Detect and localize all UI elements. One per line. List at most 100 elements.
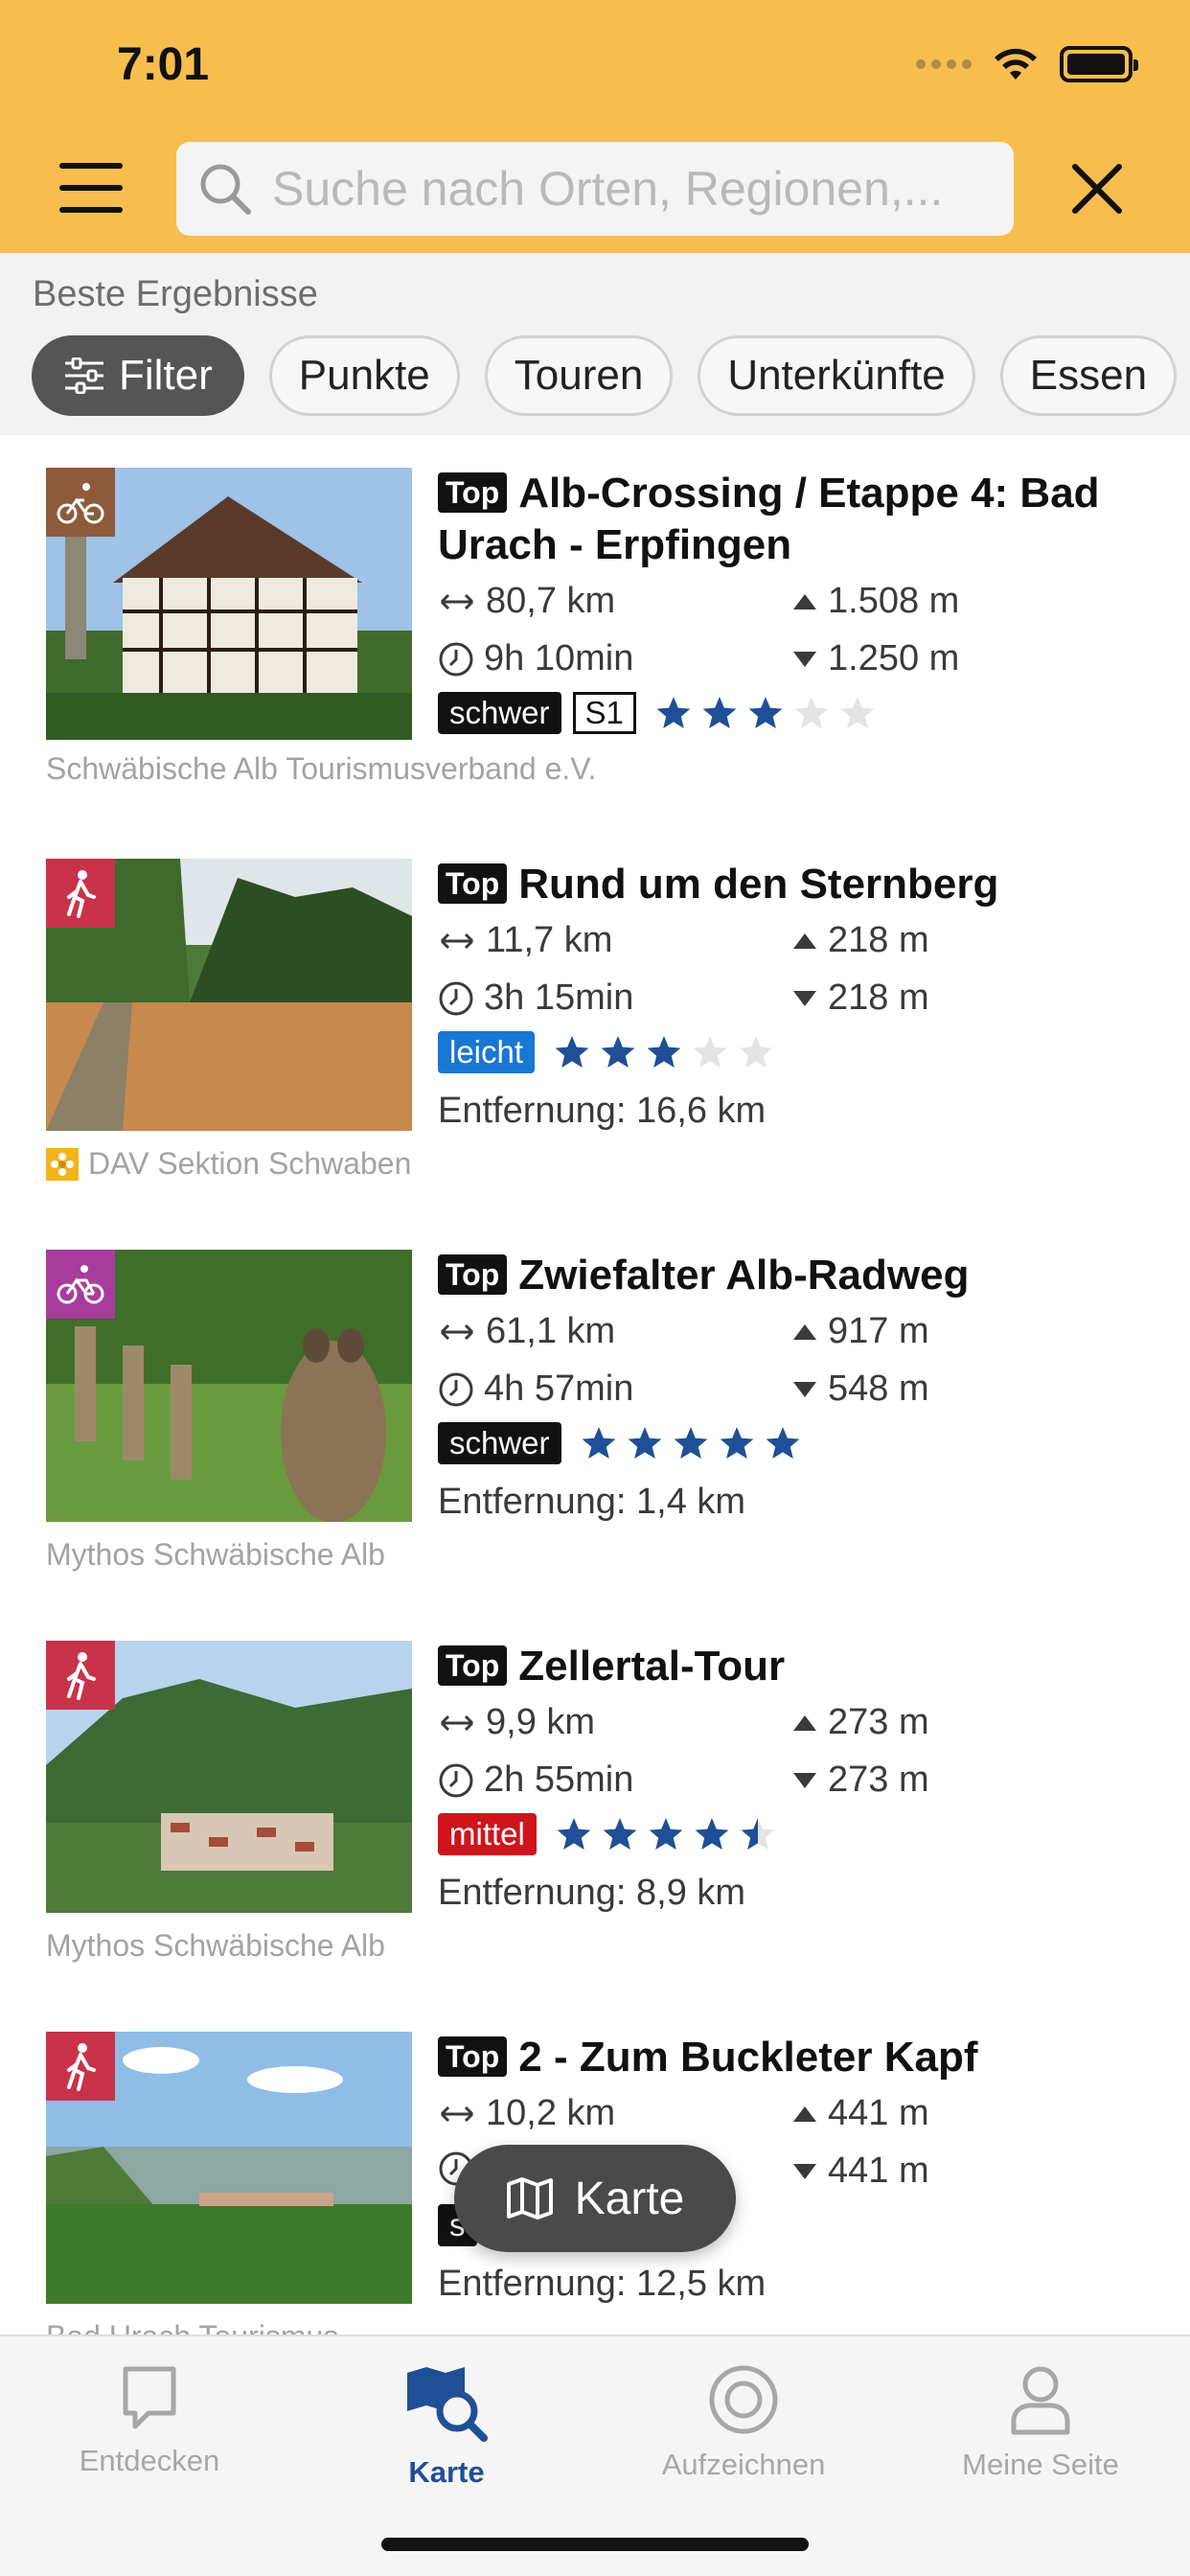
record-icon (709, 2365, 778, 2434)
ascent-icon (793, 1714, 816, 1731)
tour-title-text: Zwiefalter Alb-Radweg (518, 1252, 970, 1299)
chip-unterkuenfte[interactable]: Unterkünfte (698, 335, 975, 416)
app-header: 7:01 (0, 0, 1190, 253)
tab-label: Meine Seite (962, 2448, 1119, 2481)
star-empty-icon (840, 697, 875, 728)
clock-icon (439, 981, 473, 1015)
duration-value: 9h 10min (484, 638, 634, 678)
descent-stat: 218 m (791, 978, 929, 1019)
tour-source: Mythos Schwäbische Alb (46, 1537, 385, 1572)
rating-stars (554, 1034, 774, 1070)
search-icon (200, 164, 251, 215)
ascent-value: 441 m (828, 2093, 929, 2133)
descent-value: 218 m (828, 978, 929, 1018)
descent-icon (793, 1772, 816, 1788)
distance-stat: 11,7 km (438, 920, 612, 961)
map-button-label: Karte (574, 2173, 685, 2224)
battery-icon (1060, 46, 1138, 82)
star-filled-icon (601, 1036, 635, 1068)
entfernung: Entfernung: 16,6 km (438, 1091, 767, 1131)
star-empty-icon (693, 1036, 727, 1068)
hiking-icon (46, 2032, 115, 2101)
arrows-horizontal-icon (440, 593, 474, 610)
descent-value: 273 m (828, 1760, 929, 1800)
tab-entdecken[interactable]: Entdecken (15, 2363, 284, 2478)
difficulty-badge: schwer (438, 692, 561, 734)
map-button[interactable]: Karte (454, 2145, 736, 2252)
ascent-value: 273 m (828, 1702, 929, 1742)
tab-label: Karte (408, 2455, 485, 2489)
clock-icon (439, 1763, 473, 1797)
tour-source: Schwäbische Alb Tourismusverband e.V. (46, 751, 597, 786)
star-half-icon (741, 1818, 775, 1850)
distance-stat: 80,7 km (438, 581, 615, 622)
tour-list-item[interactable]: Top Rund um den Sternberg 11,7 km 218 m 3… (0, 826, 1190, 1217)
edelweiss-icon (46, 1147, 79, 1181)
difficulty-badge: schwer (438, 1422, 561, 1464)
chat-bubble-icon (123, 2366, 176, 2429)
distance-value: 80,7 km (486, 581, 616, 621)
star-filled-icon (656, 697, 691, 728)
star-filled-icon (628, 1427, 661, 1459)
top-badge: Top (438, 1254, 508, 1295)
map-icon (506, 2177, 553, 2220)
tour-title-text: Rund um den Sternberg (518, 861, 999, 908)
tour-image (46, 1250, 412, 1522)
clock-icon (439, 1372, 473, 1406)
descent-stat: 441 m (791, 2150, 929, 2192)
star-filled-icon (582, 1427, 615, 1459)
tour-title-text: 2 - Zum Buckleter Kapf (518, 2034, 978, 2081)
ascent-icon (793, 1323, 816, 1340)
tour-image (46, 1641, 412, 1913)
descent-value: 441 m (828, 2150, 929, 2191)
star-filled-icon (603, 1818, 637, 1850)
star-filled-icon (557, 1818, 591, 1850)
star-filled-icon (695, 1818, 729, 1850)
chip-punkte[interactable]: Punkte (268, 335, 460, 416)
descent-stat: 1.250 m (791, 638, 959, 679)
menu-button[interactable] (59, 163, 123, 213)
tour-source: Mythos Schwäbische Alb (46, 1928, 385, 1963)
filter-chip[interactable]: Filter (32, 335, 244, 416)
filter-chips: Filter Punkte Touren Unterkünfte Essen (32, 335, 1178, 416)
search-input[interactable] (272, 161, 1000, 217)
rating-stars (581, 1425, 801, 1461)
star-filled-icon (702, 697, 737, 728)
results-label: Beste Ergebnisse (33, 274, 318, 314)
tour-title-text: Alb-Crossing / Etappe 4: Bad Urach - Erp… (438, 470, 1100, 568)
arrows-horizontal-icon (440, 1714, 474, 1731)
rating-stars (655, 695, 876, 731)
descent-icon (793, 990, 816, 1006)
distance-stat: 61,1 km (438, 1311, 615, 1352)
star-filled-icon (674, 1427, 707, 1459)
top-badge: Top (438, 1645, 508, 1686)
distance-value: 11,7 km (486, 920, 613, 960)
arrows-horizontal-icon (440, 2105, 474, 2122)
tech-badge: S1 (572, 692, 636, 734)
close-icon[interactable] (1069, 161, 1125, 217)
tab-meine-seite[interactable]: Meine Seite (906, 2363, 1175, 2482)
sliders-icon (65, 357, 103, 394)
tab-aufzeichnen[interactable]: Aufzeichnen (609, 2363, 878, 2482)
signal-icon (916, 59, 972, 69)
distance-stat: 10,2 km (438, 2093, 615, 2134)
star-filled-icon (555, 1036, 589, 1068)
tour-list-item[interactable]: Top Zellertal-Tour 9,9 km 273 m 2h 55min … (0, 1608, 1190, 1999)
tab-karte[interactable]: Karte (312, 2363, 581, 2490)
home-indicator (381, 2538, 809, 2551)
person-icon (1011, 2366, 1070, 2435)
tour-list-item[interactable]: Top Zwiefalter Alb-Radweg 61,1 km 917 m 4… (0, 1217, 1190, 1608)
ascent-stat: 273 m (791, 1702, 929, 1743)
tour-title: Top Zwiefalter Alb-Radweg (438, 1250, 1166, 1301)
duration-stat: 3h 15min (438, 978, 633, 1019)
distance-stat: 9,9 km (438, 1702, 595, 1743)
chip-essen[interactable]: Essen (999, 335, 1178, 416)
tour-list-item[interactable]: Top Alb-Crossing / Etappe 4: Bad Urach - … (0, 435, 1190, 826)
ascent-icon (793, 932, 816, 949)
difficulty-row: schwer (438, 1422, 801, 1464)
chip-touren[interactable]: Touren (484, 335, 674, 416)
hiking-icon (46, 859, 115, 928)
search-bar[interactable] (176, 142, 1014, 236)
difficulty-badge: mittel (438, 1813, 537, 1855)
rating-stars (556, 1816, 776, 1852)
